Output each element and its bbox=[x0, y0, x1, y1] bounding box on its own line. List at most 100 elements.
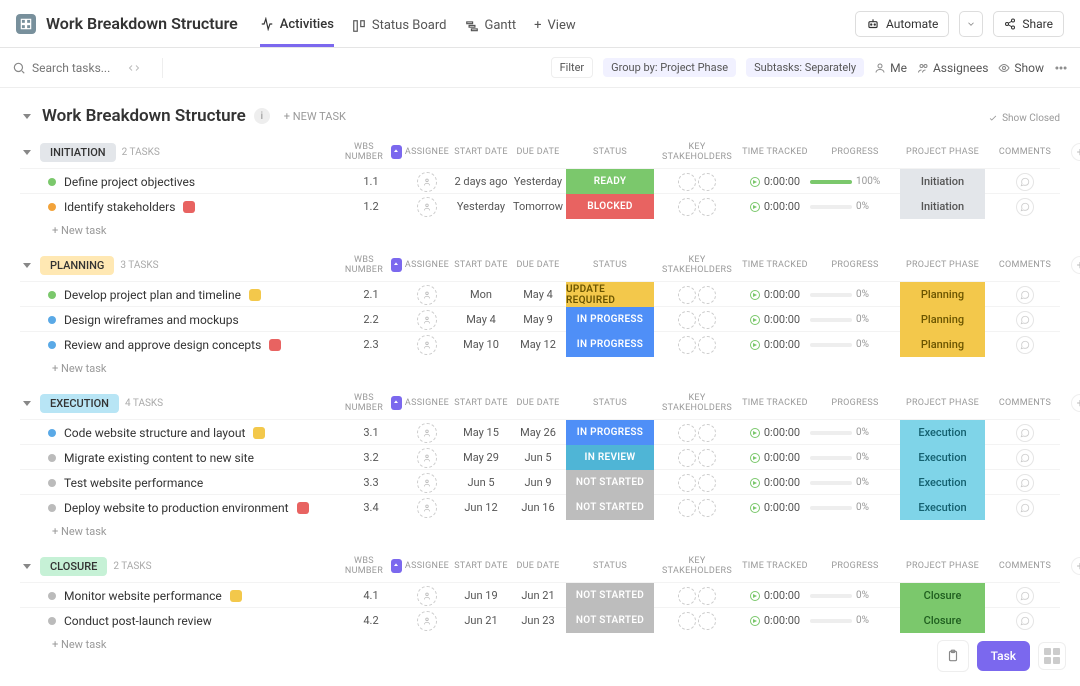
task-name-cell[interactable]: Conduct post-launch review bbox=[20, 614, 340, 628]
phase-pill[interactable]: Execution bbox=[900, 420, 985, 445]
comment-button[interactable] bbox=[1016, 587, 1034, 605]
comment-button[interactable] bbox=[1016, 499, 1034, 517]
col-start[interactable]: START DATE bbox=[452, 147, 510, 157]
col-start[interactable]: START DATE bbox=[452, 260, 510, 270]
assignee-button[interactable] bbox=[417, 498, 437, 518]
col-assignee[interactable]: ASSIGNEE bbox=[402, 561, 452, 571]
show-closed-button[interactable]: Show Closed bbox=[988, 113, 1060, 124]
task-row[interactable]: Code website structure and layout 3.1 Ma… bbox=[20, 419, 1060, 444]
progress-cell[interactable]: 0% bbox=[810, 452, 900, 463]
stakeholders-cell[interactable] bbox=[654, 286, 740, 304]
task-row[interactable]: Design wireframes and mockups 2.2 May 4 … bbox=[20, 306, 1060, 331]
sort-icon[interactable] bbox=[391, 396, 402, 410]
comment-button[interactable] bbox=[1016, 311, 1034, 329]
clipboard-button[interactable] bbox=[937, 640, 969, 672]
assignee-button[interactable] bbox=[417, 197, 437, 217]
start-date[interactable]: Jun 21 bbox=[452, 614, 510, 627]
col-status[interactable]: STATUS bbox=[566, 561, 654, 571]
progress-cell[interactable]: 0% bbox=[810, 314, 900, 325]
sort-icon[interactable] bbox=[391, 559, 402, 573]
progress-cell[interactable]: 100% bbox=[810, 176, 900, 187]
more-icon[interactable] bbox=[1054, 61, 1068, 75]
play-icon[interactable] bbox=[750, 428, 760, 438]
due-date[interactable]: May 12 bbox=[510, 338, 566, 351]
due-date[interactable]: Jun 16 bbox=[510, 501, 566, 514]
col-assignee[interactable]: ASSIGNEE bbox=[402, 147, 452, 157]
due-date[interactable]: May 9 bbox=[510, 313, 566, 326]
stakeholders-cell[interactable] bbox=[654, 449, 740, 467]
col-time[interactable]: TIME TRACKED bbox=[740, 147, 810, 157]
time-tracked[interactable]: 0:00:00 bbox=[740, 589, 810, 602]
phase-pill[interactable]: Execution bbox=[900, 470, 985, 495]
stakeholders-cell[interactable] bbox=[654, 474, 740, 492]
status-pill[interactable]: NOT STARTED bbox=[566, 583, 654, 608]
play-icon[interactable] bbox=[750, 616, 760, 626]
col-wbs[interactable]: WBS NUMBER bbox=[340, 556, 388, 576]
tab-gantt[interactable]: Gantt bbox=[465, 17, 517, 47]
group-toggle[interactable] bbox=[20, 559, 34, 573]
task-name-cell[interactable]: Deploy website to production environment bbox=[20, 501, 340, 515]
start-date[interactable]: 2 days ago bbox=[452, 175, 510, 188]
phase-pill[interactable]: Execution bbox=[900, 445, 985, 470]
start-date[interactable]: May 4 bbox=[452, 313, 510, 326]
sort-icon[interactable] bbox=[391, 145, 402, 159]
stakeholders-cell[interactable] bbox=[654, 499, 740, 517]
task-name-cell[interactable]: Design wireframes and mockups bbox=[20, 313, 340, 327]
phase-pill[interactable]: Planning bbox=[900, 282, 985, 307]
col-time[interactable]: TIME TRACKED bbox=[740, 398, 810, 408]
assignee-button[interactable] bbox=[417, 473, 437, 493]
play-icon[interactable] bbox=[750, 478, 760, 488]
col-due[interactable]: DUE DATE bbox=[510, 260, 566, 270]
start-date[interactable]: Jun 12 bbox=[452, 501, 510, 514]
comment-button[interactable] bbox=[1016, 612, 1034, 630]
status-pill[interactable]: NOT STARTED bbox=[566, 608, 654, 633]
col-progress[interactable]: PROGRESS bbox=[810, 561, 900, 571]
task-row[interactable]: Deploy website to production environment… bbox=[20, 494, 1060, 519]
status-pill[interactable]: READY bbox=[566, 169, 654, 194]
col-stakeholders[interactable]: KEY STAKEHOLDERS bbox=[654, 393, 740, 413]
time-tracked[interactable]: 0:00:00 bbox=[740, 200, 810, 213]
task-name-cell[interactable]: Review and approve design concepts bbox=[20, 338, 340, 352]
progress-cell[interactable]: 0% bbox=[810, 477, 900, 488]
me-button[interactable]: Me bbox=[874, 61, 907, 75]
time-tracked[interactable]: 0:00:00 bbox=[740, 313, 810, 326]
phase-pill[interactable]: Closure bbox=[900, 608, 985, 633]
task-row[interactable]: Monitor website performance 4.1 Jun 19 J… bbox=[20, 582, 1060, 607]
group-toggle[interactable] bbox=[20, 258, 34, 272]
assignee-button[interactable] bbox=[417, 611, 437, 631]
status-pill[interactable]: NOT STARTED bbox=[566, 470, 654, 495]
col-status[interactable]: STATUS bbox=[566, 260, 654, 270]
stakeholders-cell[interactable] bbox=[654, 311, 740, 329]
new-task-button[interactable]: + New task bbox=[20, 519, 1060, 552]
play-icon[interactable] bbox=[750, 290, 760, 300]
due-date[interactable]: Jun 9 bbox=[510, 476, 566, 489]
tab-view[interactable]: + View bbox=[534, 17, 576, 47]
col-phase[interactable]: PROJECT PHASE bbox=[900, 147, 985, 157]
col-due[interactable]: DUE DATE bbox=[510, 147, 566, 157]
comment-button[interactable] bbox=[1016, 198, 1034, 216]
col-wbs[interactable]: WBS NUMBER bbox=[340, 142, 388, 162]
assignee-button[interactable] bbox=[417, 448, 437, 468]
add-column-button[interactable]: + bbox=[1071, 394, 1080, 412]
time-tracked[interactable]: 0:00:00 bbox=[740, 451, 810, 464]
comment-button[interactable] bbox=[1016, 286, 1034, 304]
status-pill[interactable]: BLOCKED bbox=[566, 194, 654, 219]
time-tracked[interactable]: 0:00:00 bbox=[740, 338, 810, 351]
col-status[interactable]: STATUS bbox=[566, 398, 654, 408]
group-tag[interactable]: Execution bbox=[40, 394, 119, 413]
status-pill[interactable]: IN PROGRESS bbox=[566, 332, 654, 357]
comment-button[interactable] bbox=[1016, 173, 1034, 191]
col-time[interactable]: TIME TRACKED bbox=[740, 260, 810, 270]
phase-pill[interactable]: Initiation bbox=[900, 169, 985, 194]
task-name-cell[interactable]: Develop project plan and timeline bbox=[20, 288, 340, 302]
col-stakeholders[interactable]: KEY STAKEHOLDERS bbox=[654, 255, 740, 275]
col-comments[interactable]: COMMENTS bbox=[985, 260, 1065, 270]
due-date[interactable]: Jun 5 bbox=[510, 451, 566, 464]
tab-activities[interactable]: Activities bbox=[260, 17, 334, 47]
status-pill[interactable]: IN PROGRESS bbox=[566, 420, 654, 445]
share-button[interactable]: Share bbox=[993, 11, 1064, 37]
assignee-button[interactable] bbox=[417, 310, 437, 330]
play-icon[interactable] bbox=[750, 503, 760, 513]
group-tag[interactable]: Planning bbox=[40, 256, 114, 275]
progress-cell[interactable]: 0% bbox=[810, 502, 900, 513]
